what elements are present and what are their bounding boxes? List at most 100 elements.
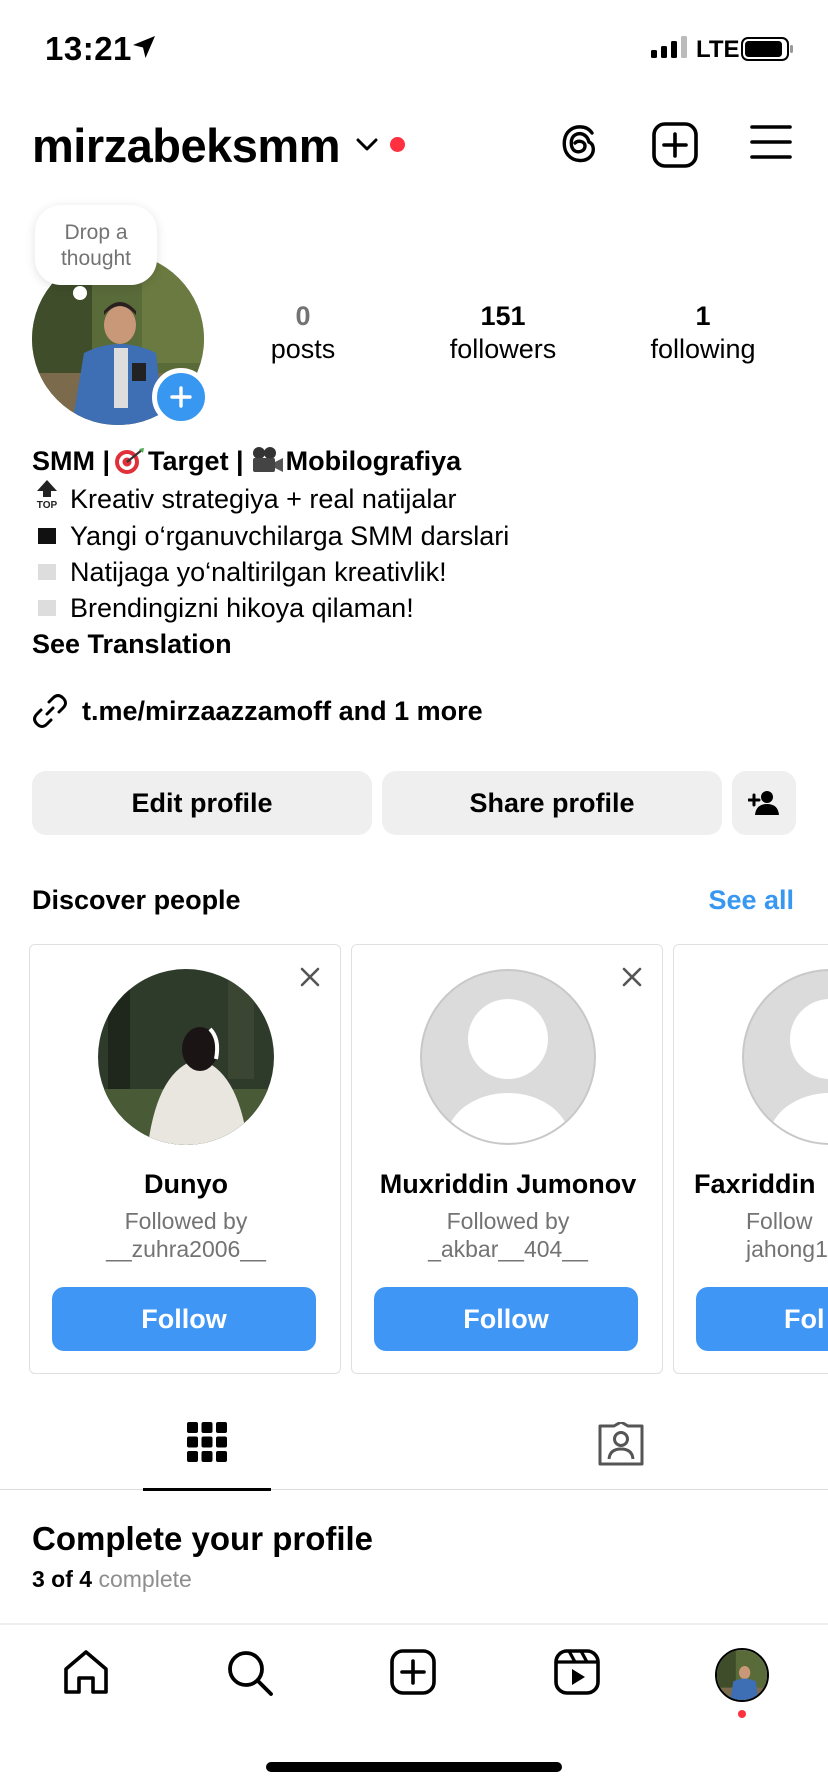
posts-count: 0: [295, 301, 311, 331]
link-text: t.me/mirzaazzamoff and 1 more: [82, 695, 483, 726]
follow-button[interactable]: Follow: [52, 1287, 316, 1351]
profile-tabs: [0, 1410, 828, 1491]
bio-name-a: SMM |: [32, 446, 111, 476]
username[interactable]: mirzabeksmm: [32, 118, 341, 173]
bio-line-2: Yangi o‘rganuvchilarga SMM darslari: [32, 518, 792, 554]
signal-icon: [651, 36, 687, 58]
bio-text-1: Kreativ strategiya + real natijalar: [70, 483, 457, 514]
notification-dot: [390, 137, 405, 152]
followed-by-label: Followed by: [124, 1208, 248, 1234]
complete-profile-progress: 3 of 4 complete: [32, 1566, 373, 1593]
search-icon[interactable]: [226, 1649, 274, 1697]
followers-label: followers: [449, 334, 557, 364]
suggestion-name[interactable]: Faxriddin: [694, 1169, 828, 1200]
suggestion-mutual: Followed by _akbar__404__: [352, 1207, 664, 1263]
home-icon[interactable]: [62, 1649, 110, 1695]
menu-icon[interactable]: [750, 122, 792, 162]
bio-text-2: Yangi o‘rganuvchilarga SMM darslari: [70, 521, 510, 551]
dismiss-icon[interactable]: [300, 967, 320, 987]
bubble-tail: [73, 286, 87, 300]
bio-text-3: Natijaga yo‘naltirilgan kreativlik!: [70, 557, 447, 587]
battery-icon: [741, 37, 793, 61]
note-bubble[interactable]: Drop a thought: [35, 205, 157, 285]
grid-icon: [187, 1422, 227, 1462]
top-arrow-icon: TOP: [32, 479, 62, 518]
note-line-1: Drop a: [64, 221, 128, 244]
home-indicator: [266, 1762, 562, 1772]
tagged-person-icon: [598, 1422, 644, 1466]
plus-icon: [170, 386, 192, 408]
add-person-icon: [748, 791, 779, 815]
follow-button[interactable]: Follow: [374, 1287, 638, 1351]
bio-name-b: Target |: [148, 446, 244, 476]
mutual-follower: _akbar__404__: [428, 1236, 588, 1262]
threads-icon[interactable]: [558, 122, 602, 166]
suggestion-card[interactable]: Dunyo Followed by __zuhra2006__ Follow: [29, 944, 341, 1374]
black-square-icon: [38, 528, 56, 544]
suggestion-mutual: Followed by __zuhra2006__: [30, 1207, 342, 1263]
bio-name-c: Mobilografiya: [285, 446, 462, 476]
bio-line-3: Natijaga yo‘naltirilgan kreativlik!: [32, 554, 792, 590]
followed-by-label: Follow: [746, 1208, 813, 1234]
share-profile-button[interactable]: Share profile: [382, 771, 722, 835]
bio: SMM | Target | Mobilografiya TOP Kreativ…: [32, 443, 792, 662]
video-camera-icon: [252, 447, 283, 472]
followers-count: 151: [480, 301, 526, 331]
discover-people-toggle-button[interactable]: [732, 771, 796, 835]
suggestion-avatar[interactable]: [420, 969, 596, 1145]
complete-count: 3 of 4: [32, 1566, 93, 1592]
create-icon[interactable]: [390, 1649, 436, 1695]
discover-people-title: Discover people: [32, 885, 241, 915]
tab-grid[interactable]: [143, 1410, 271, 1491]
suggestion-name[interactable]: Dunyo: [30, 1169, 342, 1200]
see-translation-link[interactable]: See Translation: [32, 626, 792, 662]
dismiss-icon[interactable]: [622, 967, 642, 987]
see-all-link[interactable]: See all: [708, 885, 794, 916]
profile-nav-avatar[interactable]: [715, 1648, 769, 1702]
link-icon: [33, 694, 67, 728]
top-badge-text: TOP: [37, 500, 58, 509]
location-arrow-icon: [133, 36, 155, 58]
chevron-down-icon[interactable]: [356, 138, 378, 152]
bottom-nav: [0, 1625, 828, 1725]
profile-link[interactable]: t.me/mirzaazzamoff and 1 more: [32, 693, 483, 729]
suggestion-card[interactable]: Faxriddin Follow jahong1 Fol: [673, 944, 828, 1374]
note-line-2: thought: [60, 247, 132, 270]
white-square-icon: [38, 600, 56, 616]
status-bar: 13:21 LTE: [0, 0, 828, 100]
network-label: LTE: [696, 36, 740, 63]
suggestion-mutual: Follow jahong1: [746, 1207, 828, 1263]
stat-posts[interactable]: 0 posts: [213, 300, 393, 366]
profile-header: mirzabeksmm: [0, 110, 828, 190]
bio-line-4: Brendingizni hikoya qilaman!: [32, 590, 792, 626]
suggestion-card[interactable]: Muxriddin Jumonov Followed by _akbar__40…: [351, 944, 663, 1374]
complete-label: complete: [98, 1566, 192, 1592]
mutual-follower: jahong1: [746, 1236, 828, 1262]
add-story-button[interactable]: [152, 368, 210, 426]
followed-by-label: Followed by: [446, 1208, 570, 1234]
suggestion-avatar[interactable]: [98, 969, 274, 1145]
status-time: 13:21: [45, 30, 132, 67]
follow-button[interactable]: Fol: [696, 1287, 828, 1351]
following-count: 1: [695, 301, 711, 331]
bio-text-4: Brendingizni hikoya qilaman!: [70, 593, 414, 623]
suggestions-carousel[interactable]: Dunyo Followed by __zuhra2006__ Follow M…: [29, 944, 828, 1374]
bio-line-1: TOP Kreativ strategiya + real natijalar: [32, 479, 792, 518]
edit-profile-button[interactable]: Edit profile: [32, 771, 372, 835]
create-post-icon[interactable]: [652, 122, 698, 168]
stat-followers[interactable]: 151 followers: [413, 300, 593, 366]
target-icon: [115, 448, 145, 474]
profile-notification-dot: [738, 1710, 746, 1718]
reels-icon[interactable]: [554, 1649, 600, 1695]
white-square-icon: [38, 564, 56, 580]
bio-name: SMM | Target | Mobilografiya: [32, 443, 792, 479]
stat-following[interactable]: 1 following: [613, 300, 793, 366]
mutual-follower: __zuhra2006__: [106, 1236, 266, 1262]
following-label: following: [650, 334, 756, 364]
complete-profile-title: Complete your profile: [32, 1520, 374, 1557]
suggestion-name[interactable]: Muxriddin Jumonov: [352, 1169, 664, 1200]
suggestion-avatar[interactable]: [742, 969, 828, 1145]
complete-profile-section[interactable]: Complete your profile 3 of 4 complete: [32, 1520, 373, 1593]
posts-label: posts: [270, 334, 336, 364]
tab-tagged[interactable]: [557, 1410, 685, 1490]
